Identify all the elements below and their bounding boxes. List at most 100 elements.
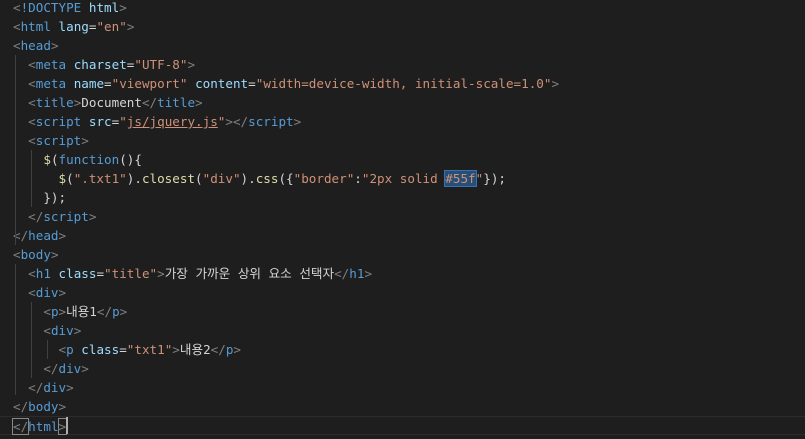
code-token: ({ (278, 171, 294, 186)
code-token: > (50, 247, 59, 262)
code-token: title (157, 95, 196, 110)
code-line[interactable]: </div> (0, 378, 805, 397)
code-token: > (88, 209, 97, 224)
indent-guide (47, 340, 48, 359)
code-token: ".txt1" (73, 171, 127, 186)
text-cursor (66, 417, 68, 434)
code-token: #55f (444, 170, 477, 187)
code-line[interactable]: </body> (0, 397, 805, 416)
code-token: > (364, 266, 373, 281)
code-line[interactable]: <div> (0, 283, 805, 302)
code-token: > (187, 57, 196, 72)
code-token: < (28, 133, 36, 148)
code-line[interactable]: <p>내용1</p> (0, 302, 805, 321)
code-token: name (73, 76, 105, 91)
code-token: css (255, 171, 279, 186)
code-token: ( (66, 171, 74, 186)
code-editor[interactable]: <!DOCTYPE html> <html lang="en"> <head> <m… (0, 0, 805, 439)
code-token: < (13, 247, 21, 262)
code-line[interactable]: </script> (0, 207, 805, 226)
code-token: html (20, 19, 51, 34)
code-token: closest (141, 171, 196, 186)
code-token: ( (50, 152, 59, 167)
code-token: }); (483, 171, 506, 186)
code-token: 내용1 (66, 304, 97, 319)
code-token: (){ (119, 152, 142, 167)
code-token: < (28, 76, 36, 91)
code-token: </ (141, 95, 158, 110)
code-line[interactable]: <html lang="en"> (0, 17, 805, 36)
code-token: > (81, 361, 89, 376)
code-token: p (66, 342, 74, 357)
code-line[interactable]: <script> (0, 131, 805, 150)
code-token: ). (126, 171, 142, 186)
code-line[interactable]: </div> (0, 359, 805, 378)
code-token: }); (43, 190, 67, 205)
code-line[interactable]: <p class="txt1">내용2</p> (0, 340, 805, 359)
code-line[interactable]: <meta name="viewport" content="width=dev… (0, 74, 805, 93)
code-token: < (28, 285, 36, 300)
code-token: meta (35, 76, 67, 91)
code-line[interactable]: <head> (0, 36, 805, 55)
code-token: < (43, 304, 51, 319)
code-token: = (248, 76, 256, 91)
code-token: script (35, 133, 82, 148)
indent-guide (15, 55, 16, 245)
code-token: head (28, 228, 59, 243)
code-token: "viewport" (111, 76, 188, 91)
code-token: "2px solid (361, 171, 446, 186)
code-line[interactable]: <script src="js/jquery.js"></script> (0, 112, 805, 131)
code-token: > (50, 38, 59, 53)
code-token: > (126, 19, 135, 34)
code-token: $ (43, 152, 51, 167)
code-token: </ (210, 342, 226, 357)
code-line[interactable]: $(".txt1").closest("div").css({"border":… (0, 169, 805, 188)
code-token: < (58, 342, 67, 357)
code-token: class (81, 342, 120, 357)
code-token: div (50, 323, 74, 338)
code-token: body (20, 247, 51, 262)
code-line[interactable]: <body> (0, 245, 805, 264)
code-token: h1 (349, 266, 365, 281)
code-line[interactable]: </head> (0, 226, 805, 245)
code-line[interactable]: <div> (0, 321, 805, 340)
code-token: > (119, 0, 127, 15)
code-token: "border" (293, 171, 355, 186)
code-token: src (88, 114, 112, 129)
code-line[interactable]: <title>Document</title> (0, 93, 805, 112)
code-line[interactable]: $(function(){ (0, 150, 805, 169)
code-line[interactable]: }); (0, 188, 805, 207)
code-line[interactable]: <!DOCTYPE html> (0, 0, 805, 17)
code-token: 내용2 (179, 342, 211, 357)
code-token: "en" (96, 19, 127, 34)
code-token: > (293, 114, 302, 129)
code-token: div (58, 361, 82, 376)
code-line[interactable]: <h1 class="title">가장 가까운 상위 요소 선택자</h1> (0, 264, 805, 283)
code-token: title (35, 95, 74, 110)
code-token: "txt1" (126, 342, 173, 357)
code-line[interactable]: </html> (0, 416, 805, 435)
code-token: </ (28, 209, 44, 224)
indent-guide (15, 264, 16, 395)
code-token: > (551, 76, 560, 91)
code-token: charset (73, 57, 127, 72)
code-token: </ (13, 399, 29, 414)
code-line[interactable]: <meta charset="UTF-8"> (0, 55, 805, 74)
code-token: > (233, 342, 242, 357)
code-token: class (58, 266, 97, 281)
code-token: : (354, 171, 362, 186)
code-token: > (81, 133, 89, 148)
code-token: $ (58, 171, 67, 186)
code-token: meta (35, 57, 67, 72)
code-token: > (58, 304, 67, 319)
code-token: " (119, 114, 127, 129)
code-token: !DOCTYPE (20, 0, 82, 15)
